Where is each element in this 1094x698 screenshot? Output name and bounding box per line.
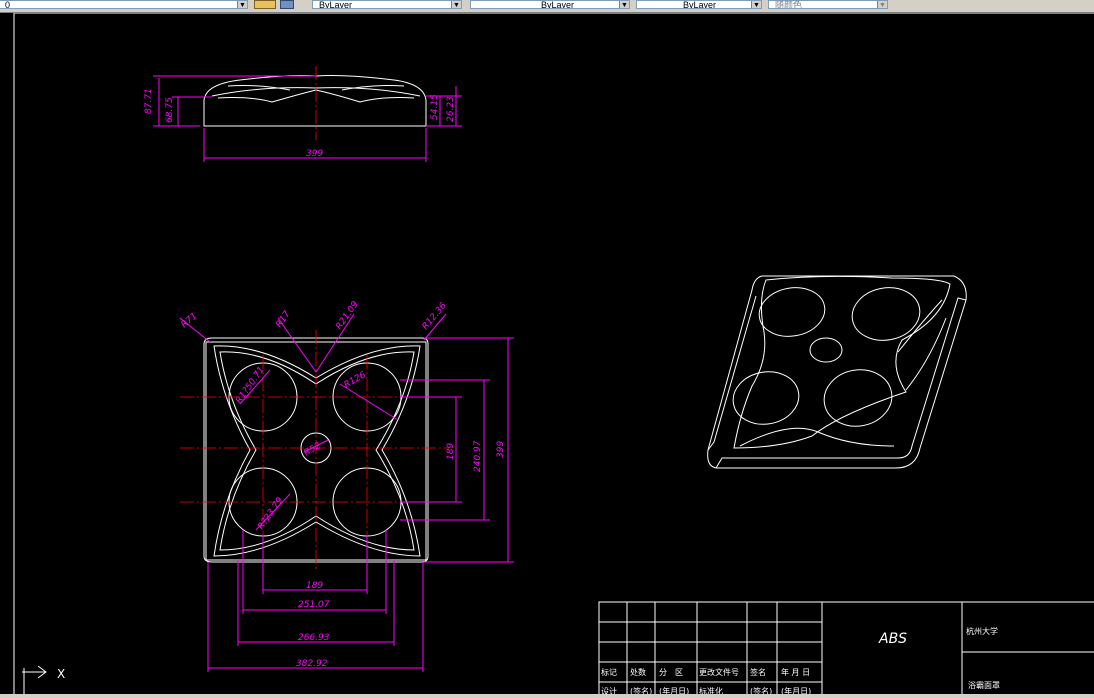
dim-r21-09: R21.09: [334, 300, 361, 332]
dim-382-92: 382.92: [296, 659, 328, 669]
chevron-down-icon[interactable]: ▼: [751, 1, 761, 8]
linetype-dropdown[interactable]: ByLayer ▼: [470, 0, 630, 9]
color-value: ByLayer: [319, 0, 353, 9]
chevron-down-icon[interactable]: ▼: [877, 1, 887, 8]
plotstyle-dropdown[interactable]: 随颜色 ▼: [768, 0, 888, 9]
dim-54-15: 54.15: [430, 94, 440, 120]
dim-26-23: 26.23: [446, 96, 456, 122]
dim-240-97: 240.97: [473, 440, 483, 472]
linetype-value: ByLayer: [541, 0, 575, 9]
layer-dropdown[interactable]: 0 ▼: [0, 0, 248, 9]
layer-value: 0: [5, 0, 11, 9]
dim-87-71: 87.71: [144, 88, 154, 114]
dim-r126: R126: [343, 370, 369, 391]
lineweight-value: ByLayer: [683, 0, 717, 9]
layer-tools-icon[interactable]: [254, 0, 276, 9]
chevron-down-icon[interactable]: ▼: [619, 1, 629, 8]
dim-r150: R1?50.71: [234, 365, 267, 406]
dim-189-bottom: 189: [306, 581, 323, 591]
header-count: 处数: [630, 667, 646, 677]
isometric-view: [707, 275, 967, 469]
dim-r123: R?23.79: [256, 496, 285, 532]
dim-399-front: 399: [306, 149, 323, 159]
dim-r17: R17: [274, 309, 293, 329]
ucs-x-label: X: [57, 667, 65, 681]
school-label: 杭州大学: [966, 626, 998, 636]
color-dropdown[interactable]: ByLayer ▼: [312, 0, 462, 9]
dim-189-right: 189: [446, 443, 456, 460]
title-block: ABS 杭州大学 浴霸面罩 标记 处数 分 区 更改文件号 签名 年 月 日 设…: [598, 601, 1094, 695]
properties-toolbar: 0 ▼ ByLayer ▼ ByLayer ▼ ByLayer ▼ 随颜色 ▼: [0, 0, 1094, 13]
dim-68-75: 68.75: [165, 97, 175, 123]
ucs-icon: X: [22, 665, 65, 695]
drawing-canvas[interactable]: 87.71 68.75 54.15 26.23 399 R71 R17 R21.…: [0, 13, 1094, 695]
lineweight-dropdown[interactable]: ByLayer ▼: [636, 0, 762, 9]
part-name-label: 浴霸面罩: [968, 680, 1000, 690]
chevron-down-icon[interactable]: ▼: [451, 1, 461, 8]
header-zone: 分 区: [659, 668, 683, 677]
material-label: ABS: [878, 631, 907, 647]
chevron-down-icon[interactable]: ▼: [237, 1, 247, 8]
header-mark: 标记: [601, 667, 617, 677]
layout-tabs-bar[interactable]: [0, 694, 1094, 698]
top-view: R71 R17 R21.09 R12.36 R1?50.71 R126 R52 …: [180, 300, 514, 672]
dim-251-07: 251.07: [298, 600, 330, 610]
header-sign: 签名: [750, 667, 766, 677]
header-change-doc: 更改文件号: [699, 667, 739, 677]
plotstyle-value: 随颜色: [775, 0, 803, 9]
header-date: 年 月 日: [781, 667, 810, 677]
layer-previous-icon[interactable]: [280, 0, 294, 9]
front-view: 87.71 68.75 54.15 26.23 399: [144, 66, 462, 162]
dim-266-93: 266.93: [298, 633, 330, 643]
dim-r71: R71: [180, 311, 200, 330]
dim-399-top: 399: [496, 441, 506, 458]
